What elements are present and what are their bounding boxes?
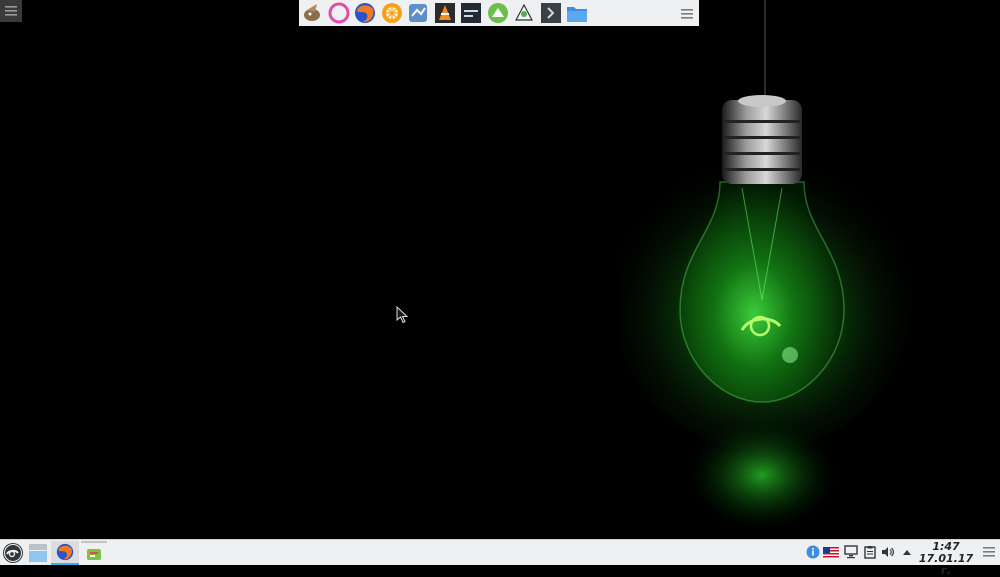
volume-button[interactable] xyxy=(880,544,896,560)
vlc-launcher[interactable] xyxy=(434,2,456,24)
taskbar-menu-button[interactable] xyxy=(981,544,997,560)
inkscape-icon xyxy=(515,3,533,21)
kdenlive-icon xyxy=(461,3,481,23)
terminal-icon xyxy=(540,3,561,23)
top-dock xyxy=(299,0,699,26)
mouse-pointer-icon xyxy=(396,306,408,324)
network-app-launcher[interactable] xyxy=(407,2,429,24)
info-notification-button[interactable] xyxy=(805,544,821,560)
vlc-icon xyxy=(434,3,455,23)
firefox-icon xyxy=(355,3,375,23)
gimp-icon xyxy=(304,4,320,21)
keyboard-layout-us-flag-icon xyxy=(823,546,839,558)
gimp-launcher[interactable] xyxy=(301,2,323,24)
gnome-hub-icon xyxy=(487,3,508,23)
orange-app-launcher[interactable] xyxy=(381,2,403,24)
clipboard-button[interactable] xyxy=(862,544,878,560)
kdenlive-launcher[interactable] xyxy=(460,2,482,24)
digital-clock[interactable]: 1:47 17.01.17 г. xyxy=(916,541,976,577)
clock-date: 17.01.17 г. xyxy=(918,552,974,577)
package-manager-icon xyxy=(87,549,101,560)
tray-expand-arrow-icon xyxy=(903,550,911,555)
package-manager-task-button[interactable] xyxy=(81,541,107,565)
firefox-launcher[interactable] xyxy=(354,2,376,24)
orange-app-icon xyxy=(381,3,402,23)
inkscape-launcher[interactable] xyxy=(513,2,535,24)
volume-icon xyxy=(882,547,894,557)
folder-launcher[interactable] xyxy=(566,2,588,24)
gnome-hub-launcher[interactable] xyxy=(487,2,509,24)
desktop-menu-button[interactable] xyxy=(0,0,22,22)
hamburger-menu-icon xyxy=(983,547,995,557)
clipboard-icon xyxy=(864,546,876,559)
start-menu-button[interactable] xyxy=(1,541,25,565)
opera-launcher[interactable] xyxy=(328,2,350,24)
keyboard-layout-button[interactable] xyxy=(822,544,840,560)
dock-menu-button[interactable] xyxy=(681,4,693,23)
hamburger-menu-icon xyxy=(681,9,693,19)
info-notification-icon xyxy=(806,545,820,559)
firefox-task-button[interactable] xyxy=(51,541,79,565)
opera-icon xyxy=(328,2,349,24)
bottom-taskbar: 1:47 17.01.17 г. xyxy=(0,539,1000,577)
hamburger-menu-icon xyxy=(5,6,17,16)
folder-icon xyxy=(567,7,587,22)
terminal-launcher[interactable] xyxy=(540,2,562,24)
show-desktop-button[interactable] xyxy=(27,541,49,565)
show-desktop-icon xyxy=(29,544,47,562)
wallpaper-lightbulb xyxy=(620,0,912,535)
tray-expand-button[interactable] xyxy=(899,544,915,560)
display-settings-button[interactable] xyxy=(843,544,859,560)
firefox-task-icon xyxy=(56,543,74,561)
network-app-icon xyxy=(409,4,427,22)
opensuse-start-icon xyxy=(3,543,23,563)
display-icon xyxy=(844,545,858,559)
